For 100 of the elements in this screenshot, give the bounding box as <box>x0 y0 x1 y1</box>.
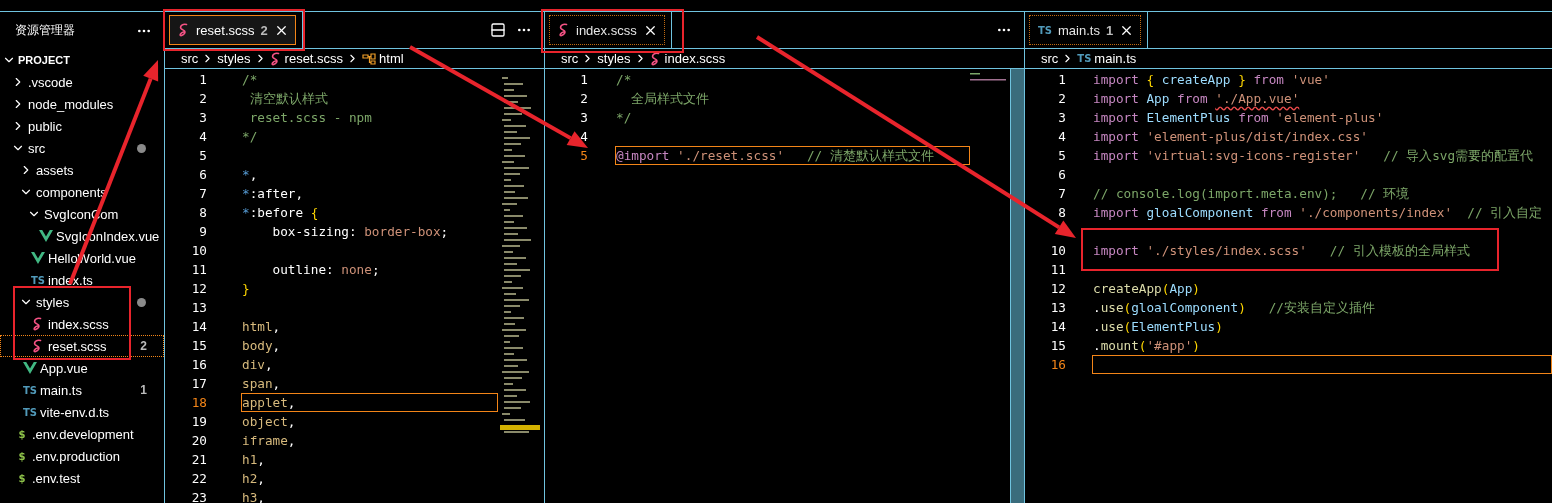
line-number: 16 <box>190 357 207 372</box>
line-number: 9 <box>198 224 207 239</box>
line-number: 4 <box>198 129 207 144</box>
code-line: h2, <box>241 470 266 488</box>
line-number: 14 <box>190 319 207 334</box>
tree-item[interactable]: .vscode <box>0 71 164 93</box>
line-number: 7 <box>198 186 207 201</box>
tree-item[interactable]: reset.scss 2 <box>0 335 164 357</box>
typescript-icon: TS <box>31 274 45 286</box>
line-number: 14 <box>1049 319 1066 334</box>
tree-item[interactable]: components <box>0 181 164 203</box>
line-number: 22 <box>190 471 207 486</box>
line-number: 17 <box>190 376 207 391</box>
code-line: .mount('#app') <box>1092 337 1201 355</box>
tree-item[interactable]: public <box>0 115 164 137</box>
line-number: 18 <box>190 395 207 410</box>
code-line: import 'element-plus/dist/index.css' <box>1092 128 1369 146</box>
line-number: 6 <box>1057 167 1066 182</box>
dollar-icon: $ <box>15 428 29 440</box>
breadcrumb-item[interactable]: index.scss <box>664 51 726 66</box>
line-number: 10 <box>1049 243 1066 258</box>
line-number: 2 <box>1057 91 1066 106</box>
breadcrumb-item[interactable]: src <box>181 51 199 66</box>
tree-item[interactable]: TS main.ts 1 <box>0 379 164 401</box>
line-number: 2 <box>579 91 588 106</box>
line-number: 3 <box>579 110 588 125</box>
code-line: 全局样式文件 <box>630 90 711 108</box>
code-line: /* <box>241 71 259 89</box>
line-number: 15 <box>190 338 207 353</box>
code-line: import 'virtual:svg-icons-register' // 导入svg需要的配置代 <box>1092 147 1535 165</box>
code-line: html, <box>241 318 282 336</box>
tree-item[interactable]: assets <box>0 159 164 181</box>
code-line: } <box>241 280 251 298</box>
line-number: 8 <box>198 205 207 220</box>
typescript-icon: TS <box>23 406 37 418</box>
code-line: iframe, <box>241 432 297 450</box>
symbol-icon <box>362 52 377 65</box>
code-line: *:after, <box>241 185 305 203</box>
editor-tab[interactable]: reset.scss 2 <box>169 15 296 45</box>
line-number: 12 <box>190 281 207 296</box>
tree-item[interactable]: App.vue <box>0 357 164 379</box>
line-number: 12 <box>1049 281 1066 296</box>
line-number: 5 <box>198 148 207 163</box>
section-header[interactable]: PROJECT <box>0 49 164 71</box>
line-number: 3 <box>1057 110 1066 125</box>
tree-item[interactable]: node_modules <box>0 93 164 115</box>
breadcrumb-item[interactable]: html <box>379 51 404 66</box>
line-number: 2 <box>198 91 207 106</box>
code-line: /* <box>615 71 633 89</box>
split-editor-icon[interactable] <box>490 22 506 38</box>
line-number: 15 <box>1049 338 1066 353</box>
line-number: 1 <box>198 72 207 87</box>
tree-item[interactable]: index.scss <box>0 313 164 335</box>
sass-icon <box>32 339 44 353</box>
line-number: 11 <box>190 262 207 277</box>
code-line: */ <box>241 128 259 146</box>
line-number: 21 <box>190 452 207 467</box>
tree-item[interactable]: src <box>0 137 164 159</box>
code-line: body, <box>241 337 282 355</box>
code-line: h3, <box>241 489 266 503</box>
sass-icon <box>649 51 662 66</box>
code-line: // console.log(import.meta.env); // 环境 <box>1092 185 1411 203</box>
code-line: import gloalComponent from './components/index' // 引入自定 <box>1092 204 1544 222</box>
vue-icon <box>23 362 37 374</box>
code-line: outline: none; <box>271 261 381 279</box>
minimap-drawing <box>970 73 1006 81</box>
scrollbar-thumb[interactable] <box>1010 69 1024 503</box>
editor-tab[interactable]: index.scss <box>549 15 665 45</box>
tree-item[interactable]: styles <box>0 291 164 313</box>
typescript-icon: TS <box>23 384 37 396</box>
code-line: span, <box>241 375 282 393</box>
breadcrumb-item[interactable]: styles <box>597 51 631 66</box>
breadcrumb-item[interactable]: styles <box>217 51 251 66</box>
breadcrumb-item[interactable]: main.ts <box>1094 51 1137 66</box>
tree-item[interactable]: $ .env.development <box>0 423 164 445</box>
problem-count: 2 <box>140 339 147 353</box>
code-line: div, <box>241 356 274 374</box>
code-line: box-sizing: border-box; <box>271 223 450 241</box>
editor-tab[interactable]: TS main.ts 1 <box>1029 15 1142 45</box>
breadcrumb-item[interactable]: reset.scss <box>284 51 344 66</box>
code-line: .use(gloalComponent) //安装自定义插件 <box>1092 299 1376 317</box>
tree-item[interactable]: $ .env.test <box>0 467 164 489</box>
breadcrumb-item[interactable]: src <box>561 51 579 66</box>
line-number: 10 <box>190 243 207 258</box>
code-line: import App from './App.vue' <box>1092 90 1301 108</box>
code-line: .use(ElementPlus) <box>1092 318 1224 336</box>
tree-item[interactable]: TS vite-env.d.ts <box>0 401 164 423</box>
line-number: 7 <box>1057 186 1066 201</box>
problem-count: 1 <box>140 383 147 397</box>
vue-icon <box>39 230 53 242</box>
line-number: 16 <box>1049 357 1066 372</box>
code-line: *:before { <box>241 204 320 222</box>
typescript-icon: TS <box>1038 24 1052 36</box>
tree-item[interactable]: $ .env.production <box>0 445 164 467</box>
sass-icon <box>558 23 570 37</box>
typescript-icon: TS <box>1077 53 1092 64</box>
code-line: *, <box>241 166 259 184</box>
line-number: 19 <box>190 414 207 429</box>
breadcrumb-item[interactable]: src <box>1041 51 1059 66</box>
line-number: 8 <box>1057 205 1066 220</box>
